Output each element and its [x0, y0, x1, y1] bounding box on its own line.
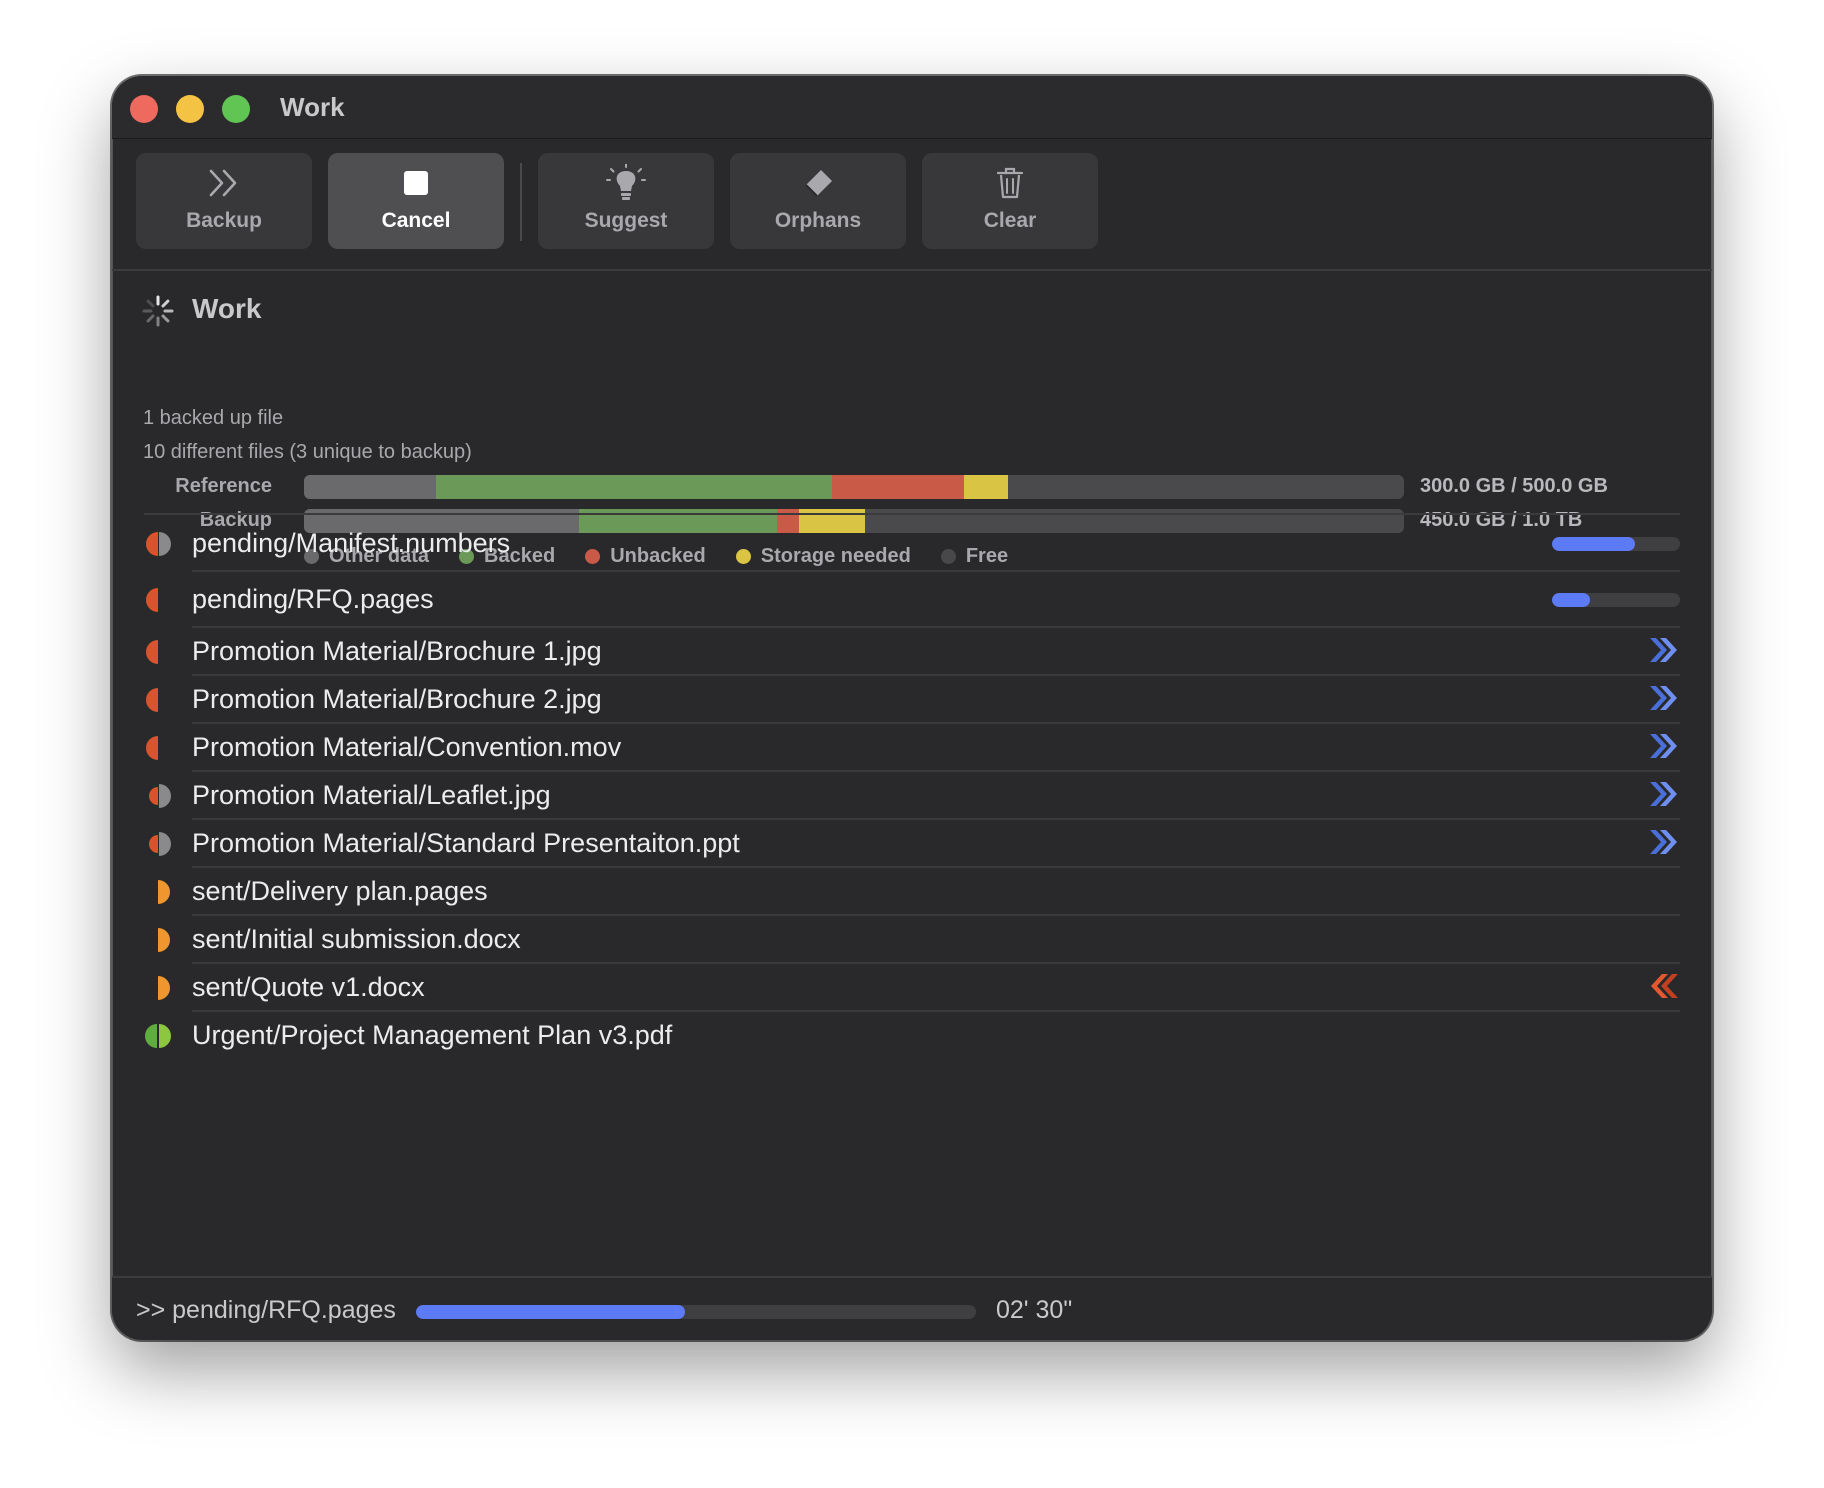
file-row[interactable]: pending/Manifest.numbers — [112, 516, 1712, 572]
usage-segment-other-data — [304, 475, 436, 499]
push-to-backup-icon[interactable] — [1648, 636, 1680, 664]
file-name: sent/Delivery plan.pages — [192, 876, 488, 906]
push-to-backup-icon[interactable] — [1648, 828, 1680, 856]
reference-usage-bar — [304, 475, 1404, 499]
file-status-icon — [144, 1022, 172, 1050]
push-to-backup-icon[interactable] — [1648, 684, 1680, 712]
file-name: Promotion Material/Leaflet.jpg — [192, 780, 551, 810]
status-footer: >> pending/RFQ.pages 02' 30" — [112, 1276, 1712, 1340]
restore-from-backup-icon[interactable] — [1648, 972, 1680, 1000]
overall-progress-bar — [416, 1305, 976, 1319]
file-status-icon — [144, 974, 172, 1002]
file-name: sent/Quote v1.docx — [192, 972, 425, 1002]
minimize-window-button[interactable] — [176, 95, 204, 123]
usage-segment-unbacked — [832, 475, 964, 499]
usage-segment-backed — [436, 475, 832, 499]
file-status-icon — [144, 734, 172, 762]
file-progress-bar — [1552, 593, 1680, 607]
clear-button-label: Clear — [983, 209, 1037, 232]
file-name: pending/RFQ.pages — [192, 584, 434, 614]
stop-square-icon — [328, 165, 504, 201]
file-status-icon — [144, 926, 172, 954]
file-name: Urgent/Project Management Plan v3.pdf — [192, 1020, 673, 1050]
file-row[interactable]: Promotion Material/Standard Presentaiton… — [112, 820, 1712, 868]
toolbar: Backup Cancel Suggest Orphans Clear — [112, 139, 1712, 271]
file-name: sent/Initial submission.docx — [192, 924, 521, 954]
suggest-button[interactable]: Suggest — [538, 153, 714, 249]
orphans-button-label: Orphans — [774, 209, 862, 232]
file-status-icon — [144, 830, 172, 858]
clear-button[interactable]: Clear — [922, 153, 1098, 249]
current-file-label: >> pending/RFQ.pages — [136, 1296, 396, 1324]
file-status-icon — [144, 586, 172, 614]
file-row[interactable]: Urgent/Project Management Plan v3.pdf — [112, 1012, 1712, 1060]
file-progress-bar — [1552, 537, 1680, 551]
file-row[interactable]: sent/Initial submission.docx — [112, 916, 1712, 964]
file-status-icon — [144, 878, 172, 906]
usage-segment-storage-needed — [964, 475, 1008, 499]
toolbar-separator — [520, 163, 522, 241]
file-row[interactable]: Promotion Material/Brochure 2.jpg — [112, 676, 1712, 724]
zoom-window-button[interactable] — [222, 95, 250, 123]
file-progress-fill — [1552, 593, 1591, 607]
cancel-button-label: Cancel — [381, 209, 451, 232]
file-name: Promotion Material/Standard Presentaiton… — [192, 828, 740, 858]
push-to-backup-icon[interactable] — [1648, 732, 1680, 760]
backup-button-label: Backup — [186, 209, 262, 232]
eraser-icon — [730, 165, 906, 201]
file-row[interactable]: Promotion Material/Convention.mov — [112, 724, 1712, 772]
lightbulb-icon — [538, 164, 714, 201]
close-window-button[interactable] — [130, 95, 158, 123]
reference-usage-value: 300.0 GB / 500.0 GB — [1420, 475, 1608, 497]
file-row[interactable]: Promotion Material/Leaflet.jpg — [112, 772, 1712, 820]
suggest-button-label: Suggest — [584, 209, 668, 232]
different-files-count: 10 different files (3 unique to backup) — [143, 441, 472, 463]
push-to-backup-icon[interactable] — [1648, 780, 1680, 808]
cancel-button[interactable]: Cancel — [328, 153, 504, 249]
file-status-icon — [144, 530, 172, 558]
file-row[interactable]: Promotion Material/Brochure 1.jpg — [112, 628, 1712, 676]
file-row[interactable]: sent/Delivery plan.pages — [112, 868, 1712, 916]
file-name: Promotion Material/Brochure 2.jpg — [192, 684, 602, 714]
reference-bar-label: Reference — [175, 475, 272, 497]
time-remaining: 02' 30" — [996, 1296, 1073, 1324]
file-row[interactable]: pending/RFQ.pages — [112, 572, 1712, 628]
file-name: pending/Manifest.numbers — [192, 528, 511, 558]
file-status-icon — [144, 638, 172, 666]
orphans-button[interactable]: Orphans — [730, 153, 906, 249]
file-status-icon — [144, 782, 172, 810]
spinner-icon — [142, 295, 174, 327]
backup-button[interactable]: Backup — [136, 153, 312, 249]
app-window: Work Backup Cancel Suggest Orphans Clear… — [112, 76, 1712, 1340]
overall-progress-fill — [416, 1305, 685, 1319]
file-status-icon — [144, 686, 172, 714]
file-name: Promotion Material/Convention.mov — [192, 732, 622, 762]
backup-summary: Work 1 backed up file 10 different files… — [112, 271, 1712, 567]
file-name: Promotion Material/Brochure 1.jpg — [192, 636, 602, 666]
trash-icon — [922, 165, 1098, 201]
summary-title: Work — [192, 293, 262, 324]
title-bar: Work — [112, 76, 1712, 139]
chevron-double-right-icon — [136, 165, 312, 201]
file-row[interactable]: sent/Quote v1.docx — [112, 964, 1712, 1012]
window-title: Work — [280, 92, 345, 122]
backed-up-count: 1 backed up file — [143, 407, 284, 429]
summary-divider — [144, 513, 1680, 515]
file-progress-fill — [1552, 537, 1636, 551]
